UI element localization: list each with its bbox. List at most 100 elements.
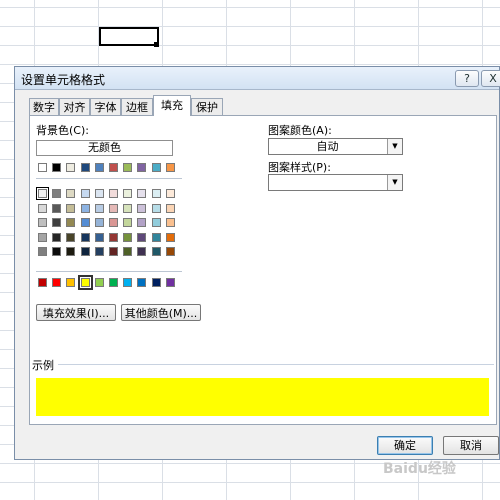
theme-shade-swatch[interactable] [137,247,147,256]
fill-tab-panel: 背景色(C): 无颜色 填充效果(I)... 其他颜色(M)... 图案颜色(A… [29,115,497,425]
theme-shade-swatch[interactable] [52,189,62,198]
theme-shade-swatch[interactable] [137,232,147,242]
theme-shade-swatch[interactable] [38,218,47,227]
theme-color-swatch[interactable] [165,163,175,172]
cancel-button[interactable]: 取消 [443,436,499,455]
theme-shade-swatch[interactable] [80,189,90,198]
background-color-label: 背景色(C): [36,124,89,137]
more-colors-button[interactable]: 其他颜色(M)... [121,304,201,321]
theme-shade-swatch[interactable] [94,218,104,227]
tab-alignment[interactable]: 对齐 [59,98,90,115]
tab-font[interactable]: 字体 [90,98,121,115]
fill-effects-button[interactable]: 填充效果(I)... [36,304,116,321]
palette-separator [36,271,182,272]
theme-shade-swatch[interactable] [52,218,62,227]
standard-color-swatch[interactable] [165,278,175,287]
standard-color-swatch[interactable] [77,275,93,290]
theme-shade-swatch[interactable] [36,187,49,200]
theme-shade-swatch[interactable] [123,218,133,227]
theme-shade-swatch[interactable] [38,247,47,256]
theme-shade-swatch[interactable] [123,247,133,256]
theme-color-swatch[interactable] [123,163,133,172]
theme-shade-swatch[interactable] [66,232,76,242]
theme-color-swatch[interactable] [80,163,90,172]
theme-shade-swatch[interactable] [109,232,118,242]
pattern-color-select[interactable]: 自动 ▼ [268,138,403,155]
theme-shade-swatch[interactable] [165,247,175,256]
theme-shade-swatch[interactable] [151,203,161,213]
theme-color-swatch[interactable] [109,163,118,172]
dialog-title: 设置单元格格式 [21,73,106,87]
standard-color-swatch[interactable] [94,278,104,287]
theme-shade-swatch[interactable] [66,218,76,227]
theme-shade-swatch[interactable] [66,203,76,213]
theme-shade-swatch[interactable] [80,232,90,242]
theme-shade-swatch[interactable] [94,247,104,256]
theme-shade-swatch[interactable] [165,203,175,213]
theme-shade-swatch[interactable] [66,189,76,198]
theme-shade-swatch[interactable] [123,203,133,213]
theme-shade-swatch[interactable] [109,218,118,227]
tab-fill[interactable]: 填充 [153,95,191,116]
theme-shade-swatch[interactable] [94,189,104,198]
theme-color-swatch[interactable] [38,163,47,172]
theme-shade-swatch[interactable] [52,232,62,242]
theme-color-swatch[interactable] [151,163,161,172]
theme-shade-swatch[interactable] [123,232,133,242]
theme-shade-swatch[interactable] [165,232,175,242]
theme-shade-swatch[interactable] [151,189,161,198]
sample-preview [36,378,489,416]
theme-shade-swatch[interactable] [137,218,147,227]
theme-shade-swatch[interactable] [94,203,104,213]
theme-shade-swatch[interactable] [52,203,62,213]
theme-color-swatch[interactable] [94,163,104,172]
theme-shade-swatch[interactable] [137,203,147,213]
pattern-color-value: 自动 [316,140,339,153]
chevron-down-icon[interactable]: ▼ [387,175,402,190]
theme-shade-swatch[interactable] [123,189,133,198]
theme-color-swatch[interactable] [137,163,147,172]
standard-color-swatch[interactable] [109,278,118,287]
tab-number[interactable]: 数字 [29,98,59,115]
theme-color-swatch[interactable] [52,163,62,172]
standard-color-swatch[interactable] [52,278,62,287]
standard-color-swatch[interactable] [123,278,133,287]
theme-shade-swatch[interactable] [94,232,104,242]
theme-shade-swatch[interactable] [151,232,161,242]
tab-protection[interactable]: 保护 [191,98,223,115]
theme-shade-swatch[interactable] [38,203,47,213]
no-color-button[interactable]: 无颜色 [36,140,173,156]
theme-shade-swatch[interactable] [52,247,62,256]
theme-shade-swatch[interactable] [151,247,161,256]
theme-shade-swatch[interactable] [151,218,161,227]
standard-color-swatch[interactable] [66,278,76,287]
standard-color-swatch[interactable] [137,278,147,287]
pattern-color-label: 图案颜色(A): [268,124,332,137]
theme-shade-swatch[interactable] [137,189,147,198]
standard-color-swatch[interactable] [151,278,161,287]
standard-color-swatch[interactable] [38,278,47,287]
theme-shade-swatch[interactable] [165,189,175,198]
theme-shade-swatch[interactable] [109,203,118,213]
active-cell[interactable] [99,27,159,46]
help-button[interactable]: ? [455,70,479,87]
theme-shade-swatch[interactable] [80,203,90,213]
chevron-down-icon[interactable]: ▼ [387,139,402,154]
theme-color-swatch[interactable] [66,163,76,172]
theme-shade-swatch[interactable] [109,189,118,198]
theme-shade-swatch[interactable] [80,247,90,256]
theme-shade-swatch[interactable] [38,232,47,242]
tab-border[interactable]: 边框 [121,98,153,115]
theme-shade-swatch[interactable] [109,247,118,256]
theme-shade-swatch[interactable] [80,218,90,227]
theme-shade-swatch[interactable] [66,247,76,256]
theme-shade-swatch[interactable] [165,218,175,227]
format-cells-dialog: 设置单元格格式 ? X 数字 对齐 字体 边框 填充 保护 背景色(C): 无颜… [14,66,500,460]
watermark-logo: Baidu经验 [383,461,456,477]
pattern-style-select[interactable]: ▼ [268,174,403,191]
ok-button[interactable]: 确定 [377,436,433,455]
fill-handle[interactable] [154,42,159,47]
close-button[interactable]: X [481,70,500,87]
sample-label: 示例 [32,359,54,372]
dialog-titlebar: 设置单元格格式 ? X [15,67,500,90]
